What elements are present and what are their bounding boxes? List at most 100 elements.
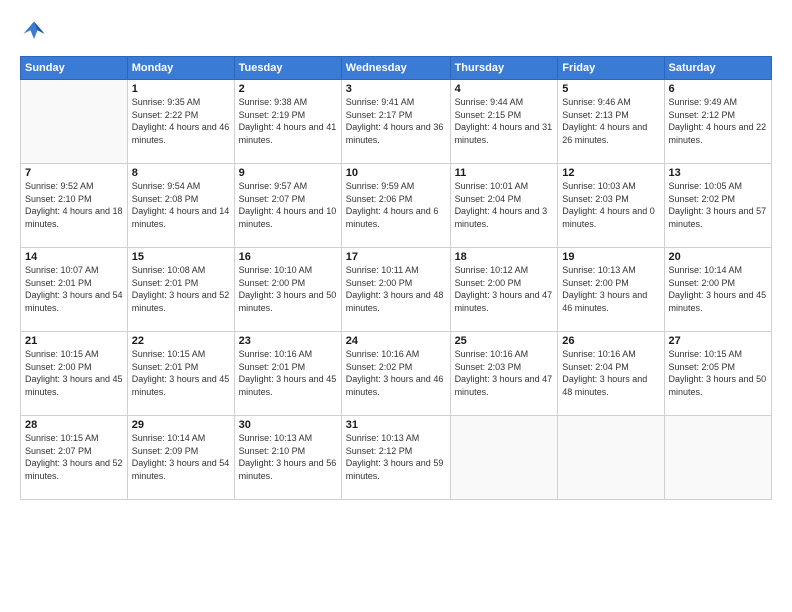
calendar-day-header: Friday	[558, 57, 664, 80]
day-info: Sunrise: 10:15 AMSunset: 2:01 PMDaylight…	[132, 348, 230, 398]
day-number: 5	[562, 83, 659, 95]
day-number: 23	[239, 335, 337, 347]
day-info: Sunrise: 10:14 AMSunset: 2:00 PMDaylight…	[669, 264, 767, 314]
day-number: 14	[25, 251, 123, 263]
calendar-cell: 21Sunrise: 10:15 AMSunset: 2:00 PMDaylig…	[21, 332, 128, 416]
day-info: Sunrise: 10:16 AMSunset: 2:02 PMDaylight…	[346, 348, 446, 398]
calendar-cell: 9Sunrise: 9:57 AMSunset: 2:07 PMDaylight…	[234, 164, 341, 248]
day-number: 29	[132, 419, 230, 431]
day-number: 26	[562, 335, 659, 347]
calendar-cell: 13Sunrise: 10:05 AMSunset: 2:02 PMDaylig…	[664, 164, 771, 248]
calendar-cell: 1Sunrise: 9:35 AMSunset: 2:22 PMDaylight…	[127, 80, 234, 164]
calendar-day-header: Tuesday	[234, 57, 341, 80]
day-info: Sunrise: 10:16 AMSunset: 2:04 PMDaylight…	[562, 348, 659, 398]
calendar-week-row: 21Sunrise: 10:15 AMSunset: 2:00 PMDaylig…	[21, 332, 772, 416]
day-info: Sunrise: 9:44 AMSunset: 2:15 PMDaylight:…	[455, 96, 554, 146]
day-number: 1	[132, 83, 230, 95]
day-number: 2	[239, 83, 337, 95]
calendar-cell: 15Sunrise: 10:08 AMSunset: 2:01 PMDaylig…	[127, 248, 234, 332]
calendar-cell: 23Sunrise: 10:16 AMSunset: 2:01 PMDaylig…	[234, 332, 341, 416]
day-info: Sunrise: 10:08 AMSunset: 2:01 PMDaylight…	[132, 264, 230, 314]
day-info: Sunrise: 10:12 AMSunset: 2:00 PMDaylight…	[455, 264, 554, 314]
calendar-table: SundayMondayTuesdayWednesdayThursdayFrid…	[20, 56, 772, 500]
day-number: 7	[25, 167, 123, 179]
day-number: 8	[132, 167, 230, 179]
header	[20, 18, 772, 46]
day-info: Sunrise: 9:35 AMSunset: 2:22 PMDaylight:…	[132, 96, 230, 146]
calendar-cell: 27Sunrise: 10:15 AMSunset: 2:05 PMDaylig…	[664, 332, 771, 416]
calendar-cell: 7Sunrise: 9:52 AMSunset: 2:10 PMDaylight…	[21, 164, 128, 248]
calendar-cell: 30Sunrise: 10:13 AMSunset: 2:10 PMDaylig…	[234, 416, 341, 500]
day-info: Sunrise: 10:13 AMSunset: 2:12 PMDaylight…	[346, 432, 446, 482]
calendar-day-header: Monday	[127, 57, 234, 80]
day-info: Sunrise: 10:16 AMSunset: 2:01 PMDaylight…	[239, 348, 337, 398]
day-number: 19	[562, 251, 659, 263]
day-info: Sunrise: 9:41 AMSunset: 2:17 PMDaylight:…	[346, 96, 446, 146]
day-number: 9	[239, 167, 337, 179]
day-info: Sunrise: 10:16 AMSunset: 2:03 PMDaylight…	[455, 348, 554, 398]
day-number: 27	[669, 335, 767, 347]
calendar-week-row: 7Sunrise: 9:52 AMSunset: 2:10 PMDaylight…	[21, 164, 772, 248]
calendar-cell	[664, 416, 771, 500]
calendar-cell: 26Sunrise: 10:16 AMSunset: 2:04 PMDaylig…	[558, 332, 664, 416]
day-number: 15	[132, 251, 230, 263]
calendar-cell: 4Sunrise: 9:44 AMSunset: 2:15 PMDaylight…	[450, 80, 558, 164]
day-info: Sunrise: 9:54 AMSunset: 2:08 PMDaylight:…	[132, 180, 230, 230]
day-info: Sunrise: 10:15 AMSunset: 2:00 PMDaylight…	[25, 348, 123, 398]
day-info: Sunrise: 10:15 AMSunset: 2:05 PMDaylight…	[669, 348, 767, 398]
day-info: Sunrise: 10:15 AMSunset: 2:07 PMDaylight…	[25, 432, 123, 482]
day-number: 22	[132, 335, 230, 347]
day-info: Sunrise: 10:13 AMSunset: 2:10 PMDaylight…	[239, 432, 337, 482]
day-info: Sunrise: 10:11 AMSunset: 2:00 PMDaylight…	[346, 264, 446, 314]
day-info: Sunrise: 10:01 AMSunset: 2:04 PMDaylight…	[455, 180, 554, 230]
calendar-cell: 25Sunrise: 10:16 AMSunset: 2:03 PMDaylig…	[450, 332, 558, 416]
day-number: 21	[25, 335, 123, 347]
calendar-cell: 22Sunrise: 10:15 AMSunset: 2:01 PMDaylig…	[127, 332, 234, 416]
day-number: 4	[455, 83, 554, 95]
calendar-cell: 5Sunrise: 9:46 AMSunset: 2:13 PMDaylight…	[558, 80, 664, 164]
day-info: Sunrise: 9:49 AMSunset: 2:12 PMDaylight:…	[669, 96, 767, 146]
calendar-cell: 14Sunrise: 10:07 AMSunset: 2:01 PMDaylig…	[21, 248, 128, 332]
day-number: 31	[346, 419, 446, 431]
day-number: 30	[239, 419, 337, 431]
calendar-cell	[558, 416, 664, 500]
calendar-day-header: Sunday	[21, 57, 128, 80]
calendar-day-header: Saturday	[664, 57, 771, 80]
calendar-cell: 24Sunrise: 10:16 AMSunset: 2:02 PMDaylig…	[341, 332, 450, 416]
day-info: Sunrise: 10:03 AMSunset: 2:03 PMDaylight…	[562, 180, 659, 230]
day-info: Sunrise: 10:14 AMSunset: 2:09 PMDaylight…	[132, 432, 230, 482]
calendar-cell: 3Sunrise: 9:41 AMSunset: 2:17 PMDaylight…	[341, 80, 450, 164]
day-info: Sunrise: 9:52 AMSunset: 2:10 PMDaylight:…	[25, 180, 123, 230]
calendar-week-row: 1Sunrise: 9:35 AMSunset: 2:22 PMDaylight…	[21, 80, 772, 164]
logo	[20, 18, 52, 46]
day-info: Sunrise: 9:38 AMSunset: 2:19 PMDaylight:…	[239, 96, 337, 146]
day-number: 17	[346, 251, 446, 263]
calendar-header-row: SundayMondayTuesdayWednesdayThursdayFrid…	[21, 57, 772, 80]
day-info: Sunrise: 10:07 AMSunset: 2:01 PMDaylight…	[25, 264, 123, 314]
day-number: 6	[669, 83, 767, 95]
calendar-cell: 20Sunrise: 10:14 AMSunset: 2:00 PMDaylig…	[664, 248, 771, 332]
day-info: Sunrise: 10:10 AMSunset: 2:00 PMDaylight…	[239, 264, 337, 314]
logo-icon	[20, 18, 48, 46]
calendar-cell: 2Sunrise: 9:38 AMSunset: 2:19 PMDaylight…	[234, 80, 341, 164]
day-number: 12	[562, 167, 659, 179]
calendar-cell	[21, 80, 128, 164]
calendar-cell: 10Sunrise: 9:59 AMSunset: 2:06 PMDayligh…	[341, 164, 450, 248]
day-info: Sunrise: 9:57 AMSunset: 2:07 PMDaylight:…	[239, 180, 337, 230]
calendar-day-header: Thursday	[450, 57, 558, 80]
calendar-cell: 16Sunrise: 10:10 AMSunset: 2:00 PMDaylig…	[234, 248, 341, 332]
day-number: 28	[25, 419, 123, 431]
day-number: 3	[346, 83, 446, 95]
calendar-cell: 19Sunrise: 10:13 AMSunset: 2:00 PMDaylig…	[558, 248, 664, 332]
day-number: 18	[455, 251, 554, 263]
calendar-cell: 17Sunrise: 10:11 AMSunset: 2:00 PMDaylig…	[341, 248, 450, 332]
day-info: Sunrise: 9:46 AMSunset: 2:13 PMDaylight:…	[562, 96, 659, 146]
calendar-week-row: 28Sunrise: 10:15 AMSunset: 2:07 PMDaylig…	[21, 416, 772, 500]
day-number: 13	[669, 167, 767, 179]
calendar-cell: 28Sunrise: 10:15 AMSunset: 2:07 PMDaylig…	[21, 416, 128, 500]
day-number: 11	[455, 167, 554, 179]
day-info: Sunrise: 9:59 AMSunset: 2:06 PMDaylight:…	[346, 180, 446, 230]
day-number: 20	[669, 251, 767, 263]
calendar-cell: 11Sunrise: 10:01 AMSunset: 2:04 PMDaylig…	[450, 164, 558, 248]
day-info: Sunrise: 10:05 AMSunset: 2:02 PMDaylight…	[669, 180, 767, 230]
